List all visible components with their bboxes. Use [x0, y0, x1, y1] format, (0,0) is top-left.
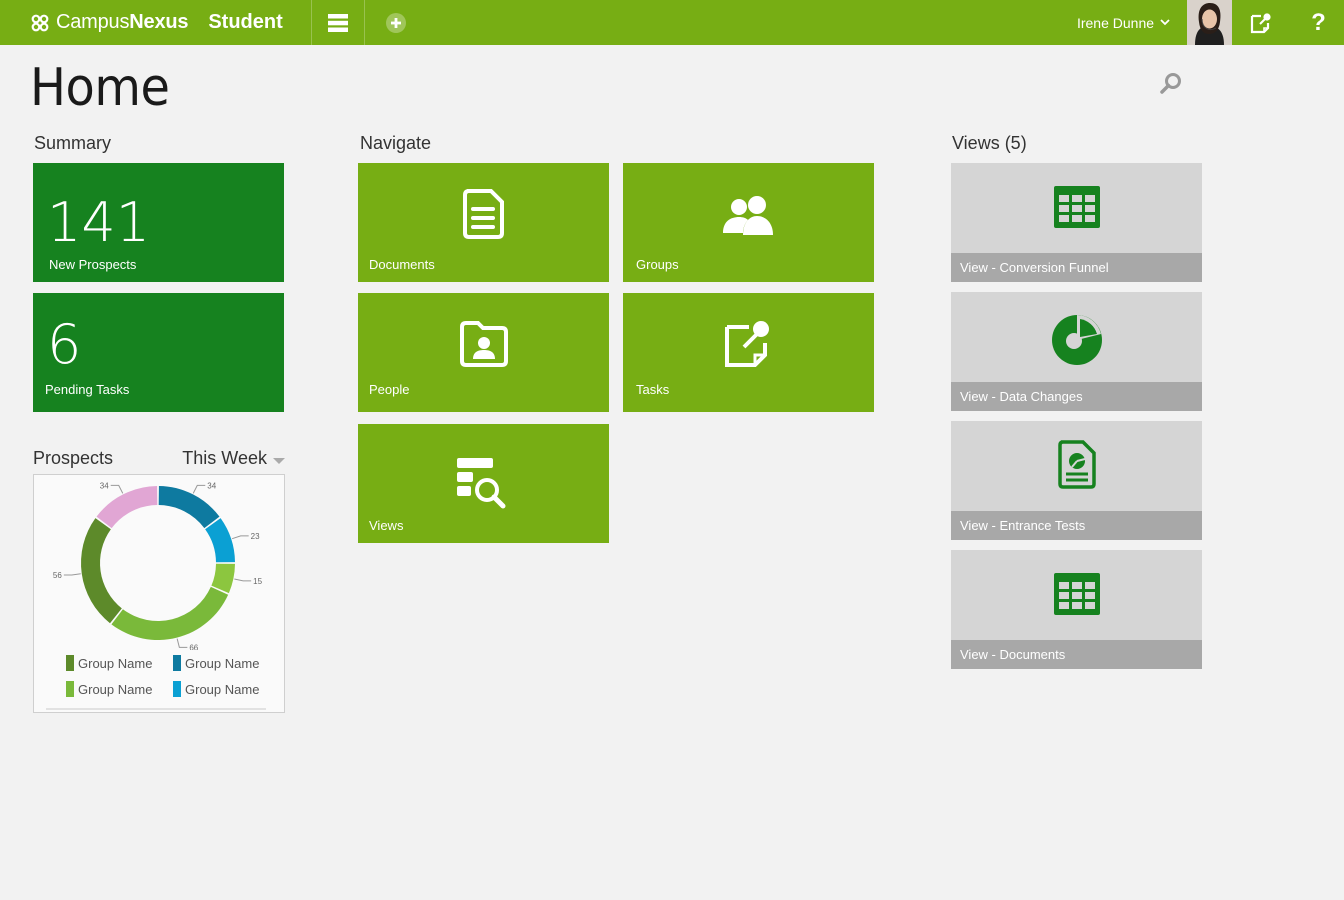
legend-swatch — [66, 681, 74, 697]
data-label: 56 — [53, 571, 62, 580]
pending-tasks-label: Pending Tasks — [45, 382, 130, 397]
new-prospects-label: New Prospects — [49, 257, 137, 272]
data-label: 23 — [251, 532, 260, 541]
nav-tile-documents[interactable]: Documents — [358, 163, 609, 282]
data-label: 34 — [100, 481, 109, 490]
legend-label: Group Name — [78, 681, 153, 697]
avatar[interactable] — [1187, 0, 1232, 45]
top-bar: CampusNexus Student Irene Dunne ? — [0, 0, 1344, 45]
user-name: Irene Dunne — [1076, 14, 1155, 31]
nav-tile-people[interactable]: People — [358, 293, 609, 412]
views-search-icon — [456, 458, 505, 509]
brand-name: CampusNexus — [56, 11, 189, 33]
brand[interactable]: CampusNexus Student — [30, 0, 283, 45]
document-icon — [462, 189, 504, 239]
prospects-chart-card: 34 23 15 66 56 34 Group Name Group Name Group… — [33, 474, 285, 713]
notes-button[interactable] — [1238, 0, 1283, 45]
prospects-range-value: This Week — [182, 448, 267, 468]
hamburger-menu-icon — [328, 13, 348, 32]
data-label: 15 — [253, 577, 262, 586]
nav-tile-label: Documents — [369, 257, 435, 272]
report-doc-icon — [1057, 440, 1096, 489]
view-tile-label: View - Documents — [951, 640, 1202, 669]
groups-icon — [722, 196, 773, 235]
campusnexus-logo-icon — [31, 14, 49, 31]
people-folder-icon — [459, 321, 508, 367]
prospects-donut-chart: 34 23 15 66 56 34 — [53, 481, 263, 650]
legend-label: Group Name — [185, 681, 260, 697]
leader-line — [176, 638, 188, 648]
task-note-icon — [1250, 12, 1271, 33]
divider — [364, 0, 365, 45]
legend-item: Group Name — [66, 681, 173, 697]
nav-tile-tasks[interactable]: Tasks — [623, 293, 874, 412]
legend-label: Group Name — [185, 655, 260, 671]
donut-slice — [111, 586, 229, 640]
view-tile-documents[interactable]: View - Documents — [951, 550, 1202, 669]
nav-tile-label: People — [369, 382, 410, 397]
legend-swatch — [66, 655, 74, 671]
data-label: 66 — [189, 643, 198, 650]
chevron-down-icon — [1160, 19, 1170, 26]
nav-tile-views[interactable]: Views — [358, 424, 609, 543]
nav-tile-label: Tasks — [636, 382, 670, 397]
page-title: Home — [30, 58, 170, 118]
user-menu[interactable]: Irene Dunne — [1060, 0, 1187, 45]
main-menu-button[interactable] — [312, 0, 364, 45]
table-icon — [1053, 573, 1100, 615]
leader-line — [231, 535, 249, 540]
summary-heading: Summary — [34, 133, 112, 153]
legend-swatch — [173, 655, 181, 671]
table-icon — [1053, 186, 1100, 228]
task-note-icon — [724, 321, 769, 367]
prospects-range-dropdown[interactable]: This Week — [182, 448, 285, 469]
add-button[interactable] — [380, 8, 412, 38]
user-photo — [1187, 0, 1232, 45]
help-button[interactable]: ? — [1296, 0, 1341, 45]
prospects-heading: Prospects — [33, 448, 114, 468]
legend-item: Group Name — [173, 681, 273, 697]
legend-item: Group Name — [66, 655, 173, 671]
new-prospects-count: 141 — [47, 191, 151, 254]
view-tile-conversion-funnel[interactable]: View - Conversion Funnel — [951, 163, 1202, 282]
nav-tile-groups[interactable]: Groups — [623, 163, 874, 282]
donut-slice — [211, 563, 235, 594]
prospects-header: Prospects This Week — [33, 448, 285, 470]
leader-line — [192, 484, 206, 494]
nav-tile-label: Views — [369, 518, 404, 533]
donut-slice — [96, 486, 158, 529]
nav-tile-label: Groups — [636, 257, 679, 272]
views-heading: Views (5) — [952, 133, 1027, 153]
donut-slice — [80, 518, 122, 624]
legend-swatch — [173, 681, 181, 697]
brand-product: Student — [208, 11, 283, 33]
plus-circle-icon — [386, 13, 406, 33]
navigate-heading: Navigate — [360, 133, 432, 153]
pending-tasks-tile[interactable]: 6 Pending Tasks — [33, 293, 284, 412]
chart-scrollbar[interactable] — [46, 708, 266, 710]
view-tile-label: View - Data Changes — [951, 382, 1202, 411]
view-tile-label: View - Conversion Funnel — [951, 253, 1202, 282]
legend-label: Group Name — [78, 655, 153, 671]
donut-slice — [158, 486, 220, 529]
caret-down-icon — [273, 457, 285, 464]
view-tile-label: View - Entrance Tests — [951, 511, 1202, 540]
leader-line — [110, 484, 124, 494]
pie-chart-icon — [1051, 315, 1102, 365]
leader-line — [63, 573, 81, 576]
leader-line — [234, 578, 252, 582]
chart-legend: Group Name Group Name Group Name Group N… — [66, 655, 276, 697]
pending-tasks-count: 6 — [47, 313, 82, 376]
new-prospects-tile[interactable]: 141 New Prospects — [33, 163, 284, 282]
search-icon[interactable] — [1158, 70, 1184, 96]
data-label: 34 — [207, 481, 216, 490]
view-tile-data-changes[interactable]: View - Data Changes — [951, 292, 1202, 411]
legend-item: Group Name — [173, 655, 273, 671]
donut-slice — [205, 518, 235, 563]
view-tile-entrance-tests[interactable]: View - Entrance Tests — [951, 421, 1202, 540]
